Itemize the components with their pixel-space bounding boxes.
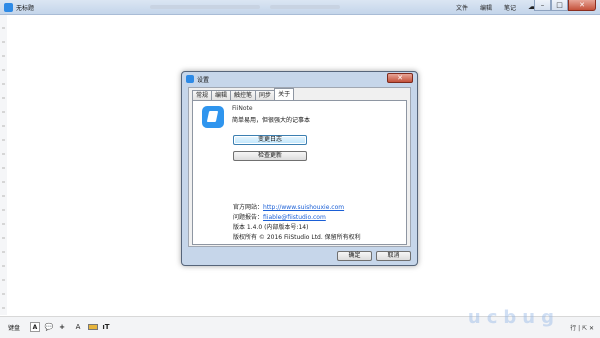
dialog-title: 设置 (197, 77, 210, 84)
tab-general[interactable]: 常规 (192, 90, 213, 100)
main-window: 无标题 文件 编辑 笔记 ☁ – □ ✕ 键盘 A 💬 + A ıT 行 | ⇱… (0, 0, 600, 338)
ok-button[interactable]: 确定 (337, 251, 372, 261)
website-link[interactable]: http://www.suishouxie.com (263, 204, 344, 211)
menu-edit[interactable]: 编辑 (480, 3, 492, 12)
window-title: 无标题 (16, 5, 35, 12)
dialog-app-icon (186, 75, 194, 83)
app-icon (4, 3, 13, 12)
cancel-button[interactable]: 取消 (376, 251, 411, 261)
titlebar-blur (150, 5, 260, 9)
copyright-text: 版权所有 © 2016 FiiStudio Ltd. 保留所有权利 (233, 234, 361, 241)
app-logo-icon (202, 106, 224, 128)
highlight-icon[interactable] (88, 324, 98, 330)
feedback-label: 问题报告： (233, 214, 264, 221)
app-name: FiiNote (232, 105, 253, 112)
maximize-icon[interactable]: □ (551, 0, 568, 11)
toolbar-right-controls[interactable]: 行 | ⇱ ✕ (570, 323, 594, 332)
menu-note[interactable]: 笔记 (504, 3, 516, 12)
app-tagline: 简单易用，但很强大的记事本 (232, 117, 311, 124)
font-color-icon[interactable]: A (73, 322, 83, 332)
feedback-row: 问题报告：fiiable@fiistudio.com (233, 212, 326, 221)
dialog-close-icon[interactable]: ✕ (387, 73, 413, 83)
tab-bar: 常规 编辑 触控笔 同步 关于 (192, 88, 295, 100)
tab-edit[interactable]: 编辑 (211, 90, 232, 100)
window-titlebar: 无标题 文件 编辑 笔记 ☁ – □ ✕ (0, 0, 600, 15)
left-margin (0, 15, 7, 315)
text-format-icon[interactable]: ıT (101, 322, 111, 332)
menubar: 文件 编辑 笔记 ☁ (456, 3, 536, 13)
feedback-link[interactable]: fiiable@fiistudio.com (263, 214, 326, 221)
tab-sync[interactable]: 同步 (255, 90, 276, 100)
text-tool-icon[interactable]: A (30, 322, 40, 332)
changelog-button[interactable]: 变更日志 (233, 135, 307, 145)
close-icon[interactable]: ✕ (568, 0, 596, 11)
minimize-icon[interactable]: – (534, 0, 551, 11)
titlebar-blur (270, 5, 340, 9)
comment-icon[interactable]: 💬 (44, 322, 54, 332)
add-icon[interactable]: + (57, 322, 67, 332)
keyboard-button[interactable]: 键盘 (8, 323, 20, 332)
about-panel: FiiNote 简单易用，但很强大的记事本 变更日志 检查更新 官方网站：htt… (192, 100, 407, 245)
tab-about[interactable]: 关于 (274, 88, 295, 100)
dialog-titlebar: 设置 ✕ (182, 72, 417, 86)
dialog-body: 常规 编辑 触控笔 同步 关于 FiiNote 简单易用，但很强大的记事本 变更… (188, 87, 411, 247)
tab-stylus[interactable]: 触控笔 (230, 90, 257, 100)
menu-file[interactable]: 文件 (456, 3, 468, 12)
watermark: ucbug (467, 307, 560, 328)
website-row: 官方网站：http://www.suishouxie.com (233, 202, 344, 211)
settings-dialog: 设置 ✕ 常规 编辑 触控笔 同步 关于 FiiNote 简单易用，但很强大的记… (181, 71, 418, 266)
check-update-button[interactable]: 检查更新 (233, 151, 307, 161)
window-controls: – □ ✕ (534, 0, 596, 12)
website-label: 官方网站： (233, 204, 264, 211)
version-text: 版本 1.4.0 (内部版本号:14) (233, 224, 309, 231)
